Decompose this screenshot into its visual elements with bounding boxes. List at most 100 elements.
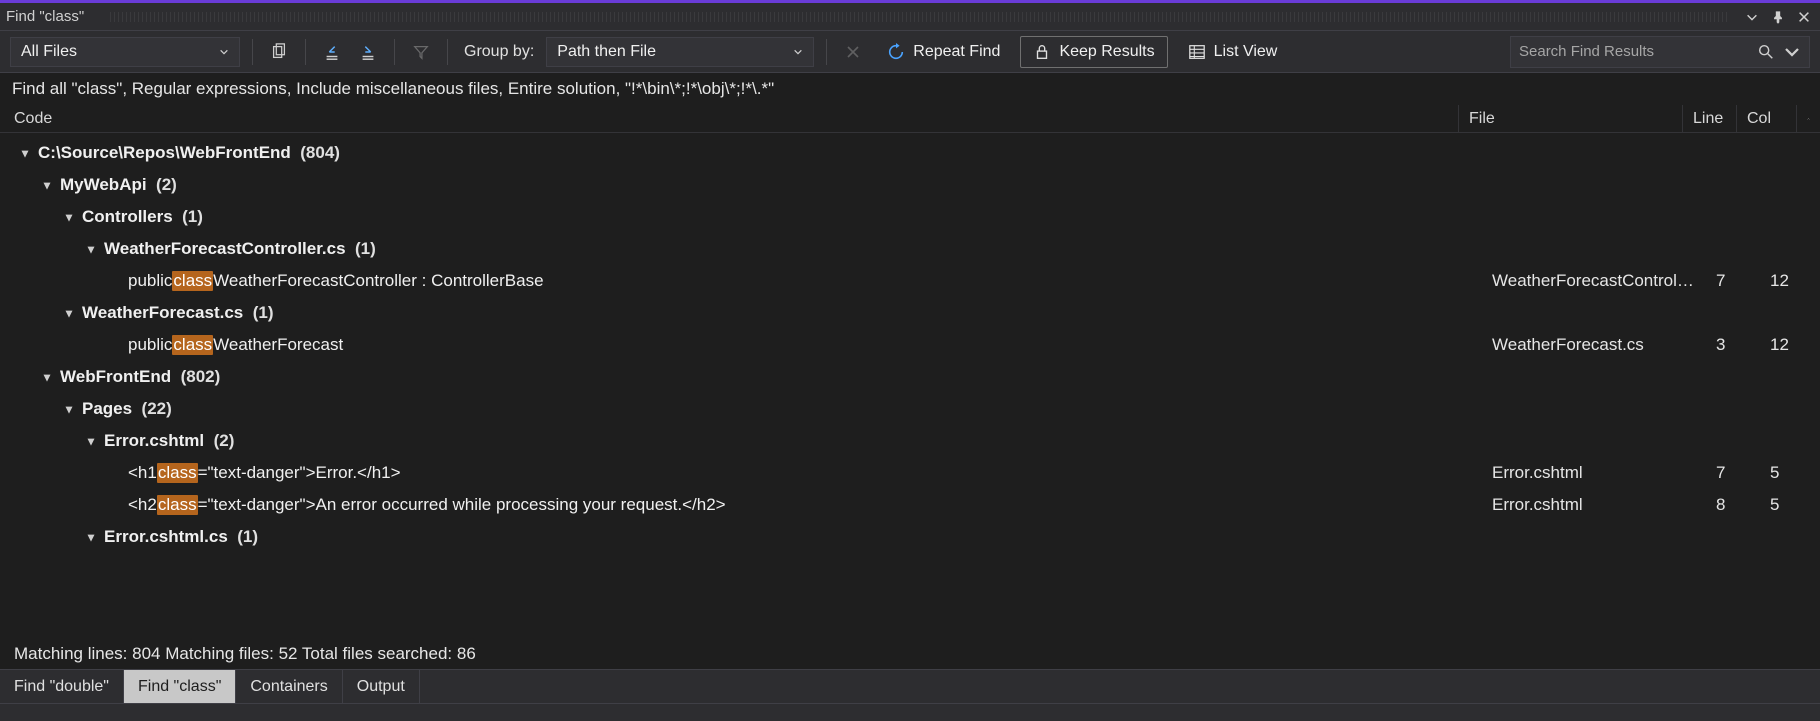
status-line: Matching lines: 804 Matching files: 52 T… bbox=[0, 641, 1820, 669]
refresh-icon bbox=[887, 43, 905, 61]
repeat-find-button[interactable]: Repeat Find bbox=[875, 36, 1012, 68]
list-icon bbox=[1188, 43, 1206, 61]
file-cell: WeatherForecast.cs bbox=[1482, 335, 1706, 355]
pin-icon[interactable] bbox=[1768, 7, 1788, 27]
match-highlight: class bbox=[172, 271, 213, 291]
match-row[interactable]: <h2 class="text-danger">An error occurre… bbox=[0, 489, 1820, 521]
group-by-label: Group by: bbox=[460, 43, 538, 61]
group-by-value: Path then File bbox=[557, 43, 656, 61]
titlebar: Find "class" bbox=[0, 3, 1820, 31]
col-cell: 12 bbox=[1760, 271, 1820, 291]
tab-output[interactable]: Output bbox=[343, 670, 420, 703]
search-input[interactable] bbox=[1519, 43, 1749, 60]
chevron-down-icon[interactable] bbox=[1783, 43, 1801, 61]
clear-filter-icon[interactable] bbox=[407, 38, 435, 66]
tab-find-class[interactable]: Find "class" bbox=[124, 670, 236, 703]
next-result-icon[interactable] bbox=[354, 38, 382, 66]
match-row[interactable]: public class WeatherForecastWeatherForec… bbox=[0, 329, 1820, 361]
group-count: (22) bbox=[142, 399, 172, 419]
list-view-label: List View bbox=[1214, 43, 1278, 61]
group-label: Controllers bbox=[82, 207, 173, 227]
delete-icon[interactable] bbox=[839, 38, 867, 66]
expand-arrow-icon[interactable] bbox=[84, 434, 98, 448]
group-count: (1) bbox=[237, 527, 258, 547]
code-post: WeatherForecast bbox=[213, 335, 343, 355]
line-cell: 8 bbox=[1706, 495, 1760, 515]
group-row[interactable]: Pages (22) bbox=[0, 393, 1820, 425]
column-col[interactable]: Col bbox=[1736, 105, 1796, 132]
group-row[interactable]: WeatherForecast.cs (1) bbox=[0, 297, 1820, 329]
group-count: (2) bbox=[214, 431, 235, 451]
tab-find-double[interactable]: Find "double" bbox=[0, 670, 124, 703]
expand-arrow-icon[interactable] bbox=[18, 146, 32, 160]
match-highlight: class bbox=[157, 495, 198, 515]
search-find-results-box[interactable] bbox=[1510, 36, 1810, 68]
code-post: WeatherForecastController : ControllerBa… bbox=[213, 271, 543, 291]
titlebar-title: Find "class" bbox=[6, 8, 92, 25]
line-cell: 7 bbox=[1706, 463, 1760, 483]
bottom-tabs: Find "double"Find "class"ContainersOutpu… bbox=[0, 669, 1820, 703]
file-cell: WeatherForecastControlle... bbox=[1482, 271, 1706, 291]
group-row[interactable]: Error.cshtml (2) bbox=[0, 425, 1820, 457]
group-row[interactable]: Controllers (1) bbox=[0, 201, 1820, 233]
scope-dropdown[interactable]: All Files bbox=[10, 37, 240, 67]
code-pre: public bbox=[128, 335, 172, 355]
expand-arrow-icon[interactable] bbox=[62, 306, 76, 320]
group-count: (1) bbox=[355, 239, 376, 259]
search-icon[interactable] bbox=[1757, 43, 1775, 61]
code-pre: public bbox=[128, 271, 172, 291]
group-row[interactable]: C:\Source\Repos\WebFrontEnd (804) bbox=[0, 137, 1820, 169]
code-post: ="text-danger">An error occurred while p… bbox=[198, 495, 726, 515]
column-file[interactable]: File bbox=[1458, 105, 1682, 132]
group-count: (804) bbox=[300, 143, 340, 163]
expand-arrow-icon[interactable] bbox=[40, 178, 54, 192]
code-post: ="text-danger">Error.</h1> bbox=[198, 463, 401, 483]
group-row[interactable]: WeatherForecastController.cs (1) bbox=[0, 233, 1820, 265]
group-label: C:\Source\Repos\WebFrontEnd bbox=[38, 143, 291, 163]
scope-label: All Files bbox=[21, 43, 77, 61]
expand-arrow-icon[interactable] bbox=[62, 210, 76, 224]
results-list[interactable]: C:\Source\Repos\WebFrontEnd (804)MyWebAp… bbox=[0, 133, 1820, 641]
col-cell: 5 bbox=[1760, 463, 1820, 483]
expand-arrow-icon[interactable] bbox=[84, 242, 98, 256]
group-count: (2) bbox=[156, 175, 177, 195]
group-row[interactable]: Error.cshtml.cs (1) bbox=[0, 521, 1820, 553]
tab-containers[interactable]: Containers bbox=[236, 670, 342, 703]
group-label: MyWebApi bbox=[60, 175, 147, 195]
group-count: (1) bbox=[253, 303, 274, 323]
group-label: WeatherForecastController.cs bbox=[104, 239, 346, 259]
list-view-button[interactable]: List View bbox=[1176, 36, 1290, 68]
prev-result-icon[interactable] bbox=[318, 38, 346, 66]
footer-gap bbox=[0, 703, 1820, 721]
match-row[interactable]: public class WeatherForecastController :… bbox=[0, 265, 1820, 297]
window-menu-icon[interactable] bbox=[1742, 7, 1762, 27]
code-pre: <h2 bbox=[128, 495, 157, 515]
close-icon[interactable] bbox=[1794, 7, 1814, 27]
group-label: Error.cshtml bbox=[104, 431, 204, 451]
match-row[interactable]: <h1 class="text-danger">Error.</h1>Error… bbox=[0, 457, 1820, 489]
keep-results-button[interactable]: Keep Results bbox=[1020, 36, 1167, 68]
col-cell: 5 bbox=[1760, 495, 1820, 515]
expand-arrow-icon[interactable] bbox=[84, 530, 98, 544]
group-row[interactable]: MyWebApi (2) bbox=[0, 169, 1820, 201]
search-summary: Find all "class", Regular expressions, I… bbox=[0, 73, 1820, 105]
keep-results-label: Keep Results bbox=[1059, 43, 1154, 61]
column-code[interactable]: Code bbox=[0, 105, 1458, 132]
scroll-up-icon[interactable] bbox=[1796, 105, 1820, 132]
find-results-window: Find "class" All Files bbox=[0, 0, 1820, 721]
expand-arrow-icon[interactable] bbox=[40, 370, 54, 384]
match-highlight: class bbox=[157, 463, 198, 483]
expand-arrow-icon[interactable] bbox=[62, 402, 76, 416]
col-cell: 12 bbox=[1760, 335, 1820, 355]
copy-icon[interactable] bbox=[265, 38, 293, 66]
chevron-down-icon bbox=[219, 47, 229, 57]
file-cell: Error.cshtml bbox=[1482, 463, 1706, 483]
lock-icon bbox=[1033, 43, 1051, 61]
group-label: WebFrontEnd bbox=[60, 367, 171, 387]
column-line[interactable]: Line bbox=[1682, 105, 1736, 132]
group-label: Error.cshtml.cs bbox=[104, 527, 228, 547]
chevron-down-icon bbox=[793, 47, 803, 57]
group-row[interactable]: WebFrontEnd (802) bbox=[0, 361, 1820, 393]
group-by-dropdown[interactable]: Path then File bbox=[546, 37, 814, 67]
line-cell: 3 bbox=[1706, 335, 1760, 355]
